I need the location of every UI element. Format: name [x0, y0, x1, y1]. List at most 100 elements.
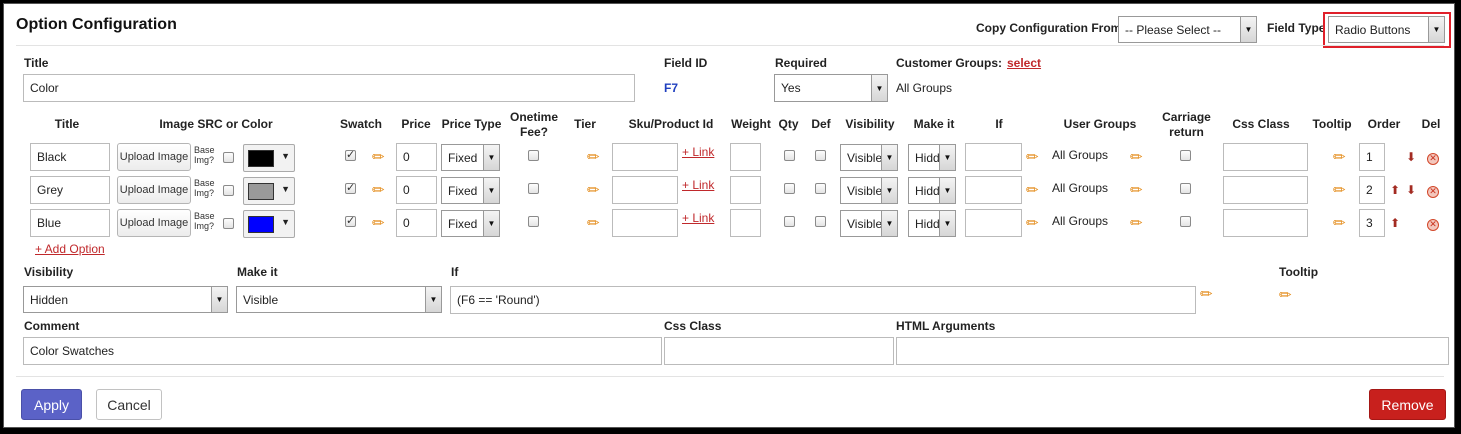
cancel-button[interactable]: Cancel: [96, 389, 162, 420]
arrow-down-icon[interactable]: ⬇: [1406, 151, 1416, 163]
chevron-down-icon: ▼: [871, 75, 887, 101]
css-class-input[interactable]: [664, 337, 894, 365]
pencil-icon[interactable]: ✏: [1130, 216, 1143, 231]
pencil-icon[interactable]: ✏: [1026, 183, 1039, 198]
price-type-select[interactable]: Fixed ▼: [441, 177, 500, 204]
weight-input[interactable]: [730, 209, 761, 237]
css-class-input[interactable]: [1223, 209, 1308, 237]
if-input[interactable]: [965, 143, 1022, 171]
pencil-icon[interactable]: ✏: [372, 183, 385, 198]
color-picker[interactable]: ▼: [243, 144, 295, 172]
make-it-value: Hidd: [915, 150, 940, 165]
make-it-select[interactable]: Visible ▼: [236, 286, 442, 313]
swatch-checkbox[interactable]: [345, 214, 356, 227]
qty-checkbox[interactable]: [784, 183, 795, 194]
pencil-icon[interactable]: ✏: [372, 216, 385, 231]
if-input[interactable]: [965, 209, 1022, 237]
pencil-icon[interactable]: ✏: [1333, 150, 1346, 165]
upload-image-button[interactable]: Upload Image: [117, 143, 191, 171]
arrow-up-icon[interactable]: ⬆: [1390, 184, 1400, 196]
order-input[interactable]: [1359, 143, 1385, 171]
copy-config-select[interactable]: -- Please Select -- ▼: [1118, 16, 1257, 43]
onetime-fee-checkbox[interactable]: [528, 216, 539, 227]
pencil-icon[interactable]: ✏: [1333, 183, 1346, 198]
html-arguments-input[interactable]: [896, 337, 1449, 365]
delete-icon[interactable]: ✕: [1427, 219, 1439, 231]
sku-input[interactable]: [612, 176, 678, 204]
apply-button[interactable]: Apply: [21, 389, 82, 420]
upload-image-button[interactable]: Upload Image: [117, 176, 191, 204]
price-input[interactable]: [396, 209, 437, 237]
carriage-return-checkbox[interactable]: [1180, 183, 1191, 194]
title-input[interactable]: [23, 74, 635, 102]
css-class-input[interactable]: [1223, 176, 1308, 204]
sku-input[interactable]: [612, 209, 678, 237]
base-img-checkbox[interactable]: [223, 152, 234, 163]
def-checkbox[interactable]: [815, 216, 826, 227]
pencil-icon[interactable]: ✏: [1279, 288, 1292, 303]
color-picker[interactable]: ▼: [243, 177, 295, 205]
pencil-icon[interactable]: ✏: [587, 150, 600, 165]
img-label: Img?: [194, 188, 215, 198]
price-input[interactable]: [396, 176, 437, 204]
option-title-input[interactable]: [30, 176, 110, 204]
if-condition-input[interactable]: [450, 286, 1196, 314]
base-img-checkbox[interactable]: [223, 185, 234, 196]
option-title-input[interactable]: [30, 209, 110, 237]
arrow-down-icon[interactable]: ⬇: [1406, 184, 1416, 196]
delete-icon[interactable]: ✕: [1427, 153, 1439, 165]
carriage-return-checkbox[interactable]: [1180, 216, 1191, 227]
price-input[interactable]: [396, 143, 437, 171]
price-type-select[interactable]: Fixed ▼: [441, 210, 500, 237]
sku-input[interactable]: [612, 143, 678, 171]
visibility-select[interactable]: Visible ▼: [840, 177, 898, 204]
carriage-return-checkbox[interactable]: [1180, 150, 1191, 161]
pencil-icon[interactable]: ✏: [1026, 216, 1039, 231]
pencil-icon[interactable]: ✏: [1130, 150, 1143, 165]
add-option-link[interactable]: + Add Option: [35, 242, 105, 256]
add-link[interactable]: + Link: [682, 145, 714, 159]
pencil-icon[interactable]: ✏: [1333, 216, 1346, 231]
field-type-select[interactable]: Radio Buttons ▼: [1328, 16, 1445, 43]
swatch-checkbox[interactable]: [345, 148, 356, 161]
visibility-select[interactable]: Hidden ▼: [23, 286, 228, 313]
def-checkbox[interactable]: [815, 183, 826, 194]
color-picker[interactable]: ▼: [243, 210, 295, 238]
onetime-fee-checkbox[interactable]: [528, 150, 539, 161]
base-img-checkbox[interactable]: [223, 218, 234, 229]
swatch-checkbox[interactable]: [345, 181, 356, 194]
onetime-fee-checkbox[interactable]: [528, 183, 539, 194]
weight-input[interactable]: [730, 143, 761, 171]
visibility-value: Hidden: [30, 292, 69, 307]
order-input[interactable]: [1359, 176, 1385, 204]
make-it-select[interactable]: Hidd ▼: [908, 144, 956, 171]
pencil-icon[interactable]: ✏: [1026, 150, 1039, 165]
pencil-icon[interactable]: ✏: [372, 150, 385, 165]
add-link[interactable]: + Link: [682, 178, 714, 192]
if-input[interactable]: [965, 176, 1022, 204]
make-it-select[interactable]: Hidd ▼: [908, 210, 956, 237]
def-checkbox[interactable]: [815, 150, 826, 161]
remove-button[interactable]: Remove: [1369, 389, 1446, 420]
required-select[interactable]: Yes ▼: [774, 74, 888, 102]
arrow-up-icon[interactable]: ⬆: [1390, 217, 1400, 229]
delete-icon[interactable]: ✕: [1427, 186, 1439, 198]
visibility-select[interactable]: Visible ▼: [840, 210, 898, 237]
weight-input[interactable]: [730, 176, 761, 204]
upload-image-button[interactable]: Upload Image: [117, 209, 191, 237]
pencil-icon[interactable]: ✏: [587, 216, 600, 231]
price-type-select[interactable]: Fixed ▼: [441, 144, 500, 171]
comment-input[interactable]: [23, 337, 662, 365]
order-input[interactable]: [1359, 209, 1385, 237]
add-link[interactable]: + Link: [682, 211, 714, 225]
pencil-icon[interactable]: ✏: [587, 183, 600, 198]
make-it-select[interactable]: Hidd ▼: [908, 177, 956, 204]
option-title-input[interactable]: [30, 143, 110, 171]
qty-checkbox[interactable]: [784, 216, 795, 227]
customer-groups-select-link[interactable]: select: [1007, 56, 1041, 70]
visibility-select[interactable]: Visible ▼: [840, 144, 898, 171]
pencil-icon[interactable]: ✏: [1200, 287, 1213, 302]
css-class-input[interactable]: [1223, 143, 1308, 171]
qty-checkbox[interactable]: [784, 150, 795, 161]
pencil-icon[interactable]: ✏: [1130, 183, 1143, 198]
